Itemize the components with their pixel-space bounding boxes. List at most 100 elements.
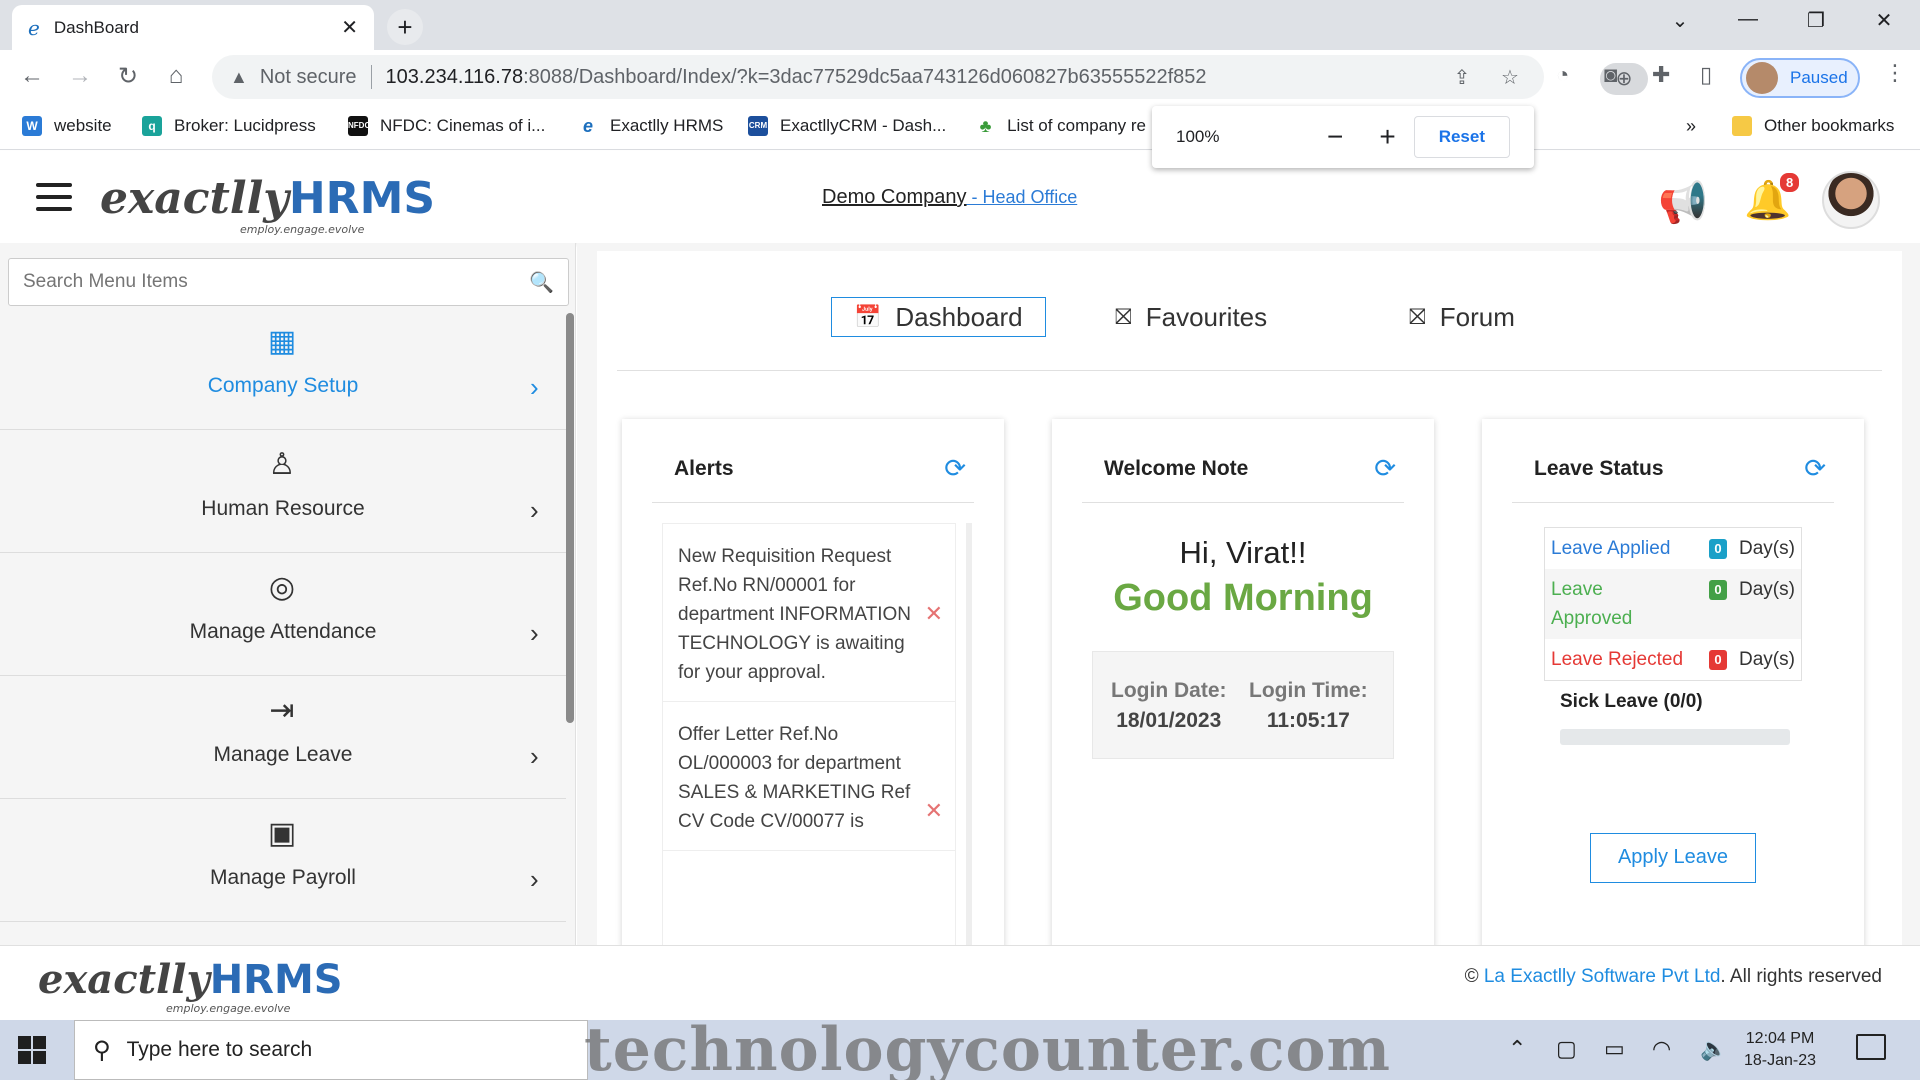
- refresh-icon[interactable]: ⟳: [1804, 453, 1826, 484]
- sick-leave-label: Sick Leave (0/0): [1560, 691, 1703, 712]
- forward-arrow-icon[interactable]: →: [64, 62, 96, 90]
- search-icon[interactable]: 🔍: [529, 270, 554, 295]
- bookmark-item[interactable]: Wwebsite: [22, 116, 112, 136]
- sidebar-item-manage-payroll[interactable]: ▣ Manage Payroll ›: [0, 800, 566, 922]
- volume-icon[interactable]: 🔈: [1700, 1036, 1727, 1062]
- card-title: Welcome Note: [1104, 457, 1249, 480]
- count-badge: 0: [1709, 650, 1727, 670]
- bookmark-item[interactable]: ♣ List of company re: [976, 116, 1146, 136]
- windows-start-icon[interactable]: [18, 1036, 46, 1064]
- refresh-icon[interactable]: ⟳: [1374, 453, 1396, 484]
- exit-icon: ⇥: [269, 694, 295, 727]
- login-info-box: Login Date: 18/01/2023 Login Time: 11:05…: [1092, 651, 1394, 759]
- tab-forum[interactable]: ⛝ Forum: [1387, 297, 1537, 337]
- user-avatar[interactable]: [1822, 171, 1880, 229]
- star-box-icon: ⛝: [1409, 304, 1426, 329]
- sidebar-item-manage-attendance[interactable]: ◎ Manage Attendance ›: [0, 554, 566, 676]
- other-bookmarks-folder[interactable]: Other bookmarks: [1732, 116, 1894, 136]
- sidebar: 🔍 ▦ Company Setup › ♙ Human Resource › ◎…: [0, 243, 576, 945]
- menu-search-input[interactable]: [23, 271, 530, 293]
- taskbar-clock[interactable]: 12:04 PM 18-Jan-23: [1744, 1028, 1816, 1072]
- close-window-button[interactable]: ✕: [1864, 8, 1904, 33]
- zoom-out-button[interactable]: −: [1327, 121, 1343, 153]
- sidebar-item-company-setup[interactable]: ▦ Company Setup ›: [0, 308, 566, 430]
- back-arrow-icon[interactable]: ←: [16, 62, 48, 90]
- notification-center-icon[interactable]: [1856, 1034, 1886, 1060]
- hamburger-menu-icon[interactable]: [36, 183, 72, 219]
- salutation: Good Morning: [1113, 577, 1373, 619]
- chevron-up-icon[interactable]: ⌃: [1508, 1036, 1526, 1062]
- w-icon: W: [22, 116, 42, 136]
- profile-button[interactable]: Paused: [1740, 58, 1860, 98]
- new-tab-button[interactable]: +: [387, 9, 423, 45]
- performance-icon[interactable]: ◔: [1556, 62, 1569, 88]
- bookmark-item[interactable]: q Broker: Lucidpress: [142, 116, 316, 136]
- tab-title: DashBoard: [53, 17, 139, 37]
- browser-tab[interactable]: e DashBoard ✕: [12, 5, 374, 50]
- wifi-icon[interactable]: ◠: [1652, 1036, 1671, 1062]
- share-icon[interactable]: ⇪: [1446, 62, 1478, 94]
- sidebar-item-label: Company Setup: [207, 374, 359, 397]
- bookmark-star-icon[interactable]: ☆: [1494, 62, 1526, 94]
- watermark: technologycounter.com: [584, 1015, 1392, 1080]
- leave-summary-table: Leave Applied 0 Day(s) Leave Approved 0 …: [1544, 527, 1802, 681]
- chevron-right-icon: ›: [530, 372, 539, 402]
- sidebar-item-manage-leave[interactable]: ⇥ Manage Leave ›: [0, 677, 566, 799]
- close-icon[interactable]: ✕: [341, 15, 358, 40]
- windows-taskbar: ⚲ Type here to search technologycounter.…: [0, 1020, 1920, 1080]
- alert-scrollbar[interactable]: [966, 523, 972, 949]
- tab-dashboard[interactable]: 📅 Dashboard: [831, 297, 1046, 337]
- bookmark-item[interactable]: NFDC NFDC: Cinemas of i...: [348, 116, 545, 136]
- address-bar[interactable]: ▲ Not secure 103.234.116.78:8088/Dashboa…: [212, 55, 1648, 99]
- minimize-button[interactable]: —: [1728, 8, 1768, 31]
- app-logo[interactable]: exactllyHRMS employ.engage.evolve: [100, 173, 435, 236]
- plant-icon: ♣: [979, 116, 992, 136]
- battery-icon[interactable]: ▭: [1604, 1036, 1625, 1062]
- card-header: Alerts ⟳: [652, 419, 974, 503]
- tab-favourites[interactable]: ⛝ Favourites: [1093, 297, 1289, 337]
- zoom-reset-button[interactable]: Reset: [1413, 116, 1510, 158]
- zoom-in-button[interactable]: +: [1379, 121, 1395, 153]
- company-name[interactable]: Demo Company: [822, 186, 967, 208]
- star-box-icon: ⛝: [1115, 304, 1132, 329]
- app-header: exactllyHRMS employ.engage.evolve Demo C…: [0, 151, 1920, 243]
- home-icon[interactable]: ⌂: [160, 62, 192, 90]
- count-badge: 0: [1709, 539, 1727, 559]
- lucidpress-icon: q: [142, 116, 162, 136]
- menu-kebab-icon[interactable]: ⋮: [1884, 60, 1906, 86]
- megaphone-icon[interactable]: 📢: [1658, 179, 1708, 226]
- dismiss-x-icon[interactable]: ✕: [925, 599, 943, 628]
- building-icon: ▦: [267, 325, 297, 358]
- dismiss-x-icon[interactable]: ✕: [925, 796, 943, 825]
- apply-leave-button[interactable]: Apply Leave: [1590, 833, 1756, 883]
- reload-icon[interactable]: ↻: [112, 62, 144, 91]
- profile-status-label: Paused: [1790, 68, 1848, 87]
- camera-icon[interactable]: ◙: [1604, 62, 1617, 88]
- side-panel-icon[interactable]: ▯: [1700, 62, 1712, 88]
- bookmark-item[interactable]: e Exactlly HRMS: [578, 116, 723, 136]
- branch-name[interactable]: - Head Office: [967, 187, 1078, 207]
- chevron-right-icon: ›: [530, 741, 539, 771]
- card-title: Leave Status: [1534, 457, 1664, 480]
- sidebar-item-label: Manage Payroll: [210, 866, 356, 889]
- taskbar-search[interactable]: ⚲ Type here to search: [74, 1020, 588, 1080]
- payroll-icon: ▣: [267, 817, 297, 850]
- login-date: Login Date: 18/01/2023: [1111, 679, 1227, 732]
- sick-leave-progress-bar: [1560, 729, 1790, 745]
- sidebar-item-human-resource[interactable]: ♙ Human Resource ›: [0, 431, 566, 553]
- device-icon[interactable]: ▢: [1556, 1036, 1577, 1062]
- nfdc-icon: NFDC: [348, 116, 370, 136]
- sidebar-scrollbar[interactable]: [566, 313, 574, 723]
- dashboard-tabs: 📅 Dashboard ⛝ Favourites ⛝ Forum: [617, 251, 1882, 371]
- bookmark-item[interactable]: CRM ExactllyCRM - Dash...: [748, 116, 946, 136]
- chevron-right-icon: ›: [530, 495, 539, 525]
- company-selector[interactable]: Demo Company - Head Office: [822, 186, 1077, 209]
- more-bookmarks-chevron-icon[interactable]: »: [1686, 116, 1696, 137]
- bookmarks-bar: Wwebsite q Broker: Lucidpress NFDC NFDC: C…: [0, 106, 1920, 150]
- extensions-icon[interactable]: ✚: [1652, 62, 1670, 88]
- leave-row-applied: Leave Applied 0 Day(s): [1551, 538, 1795, 559]
- tab-search-chevron-icon[interactable]: ⌄: [1660, 8, 1700, 33]
- company-link[interactable]: La Exactlly Software Pvt Ltd: [1484, 966, 1721, 987]
- refresh-icon[interactable]: ⟳: [944, 453, 966, 484]
- restore-button[interactable]: ❐: [1796, 8, 1836, 33]
